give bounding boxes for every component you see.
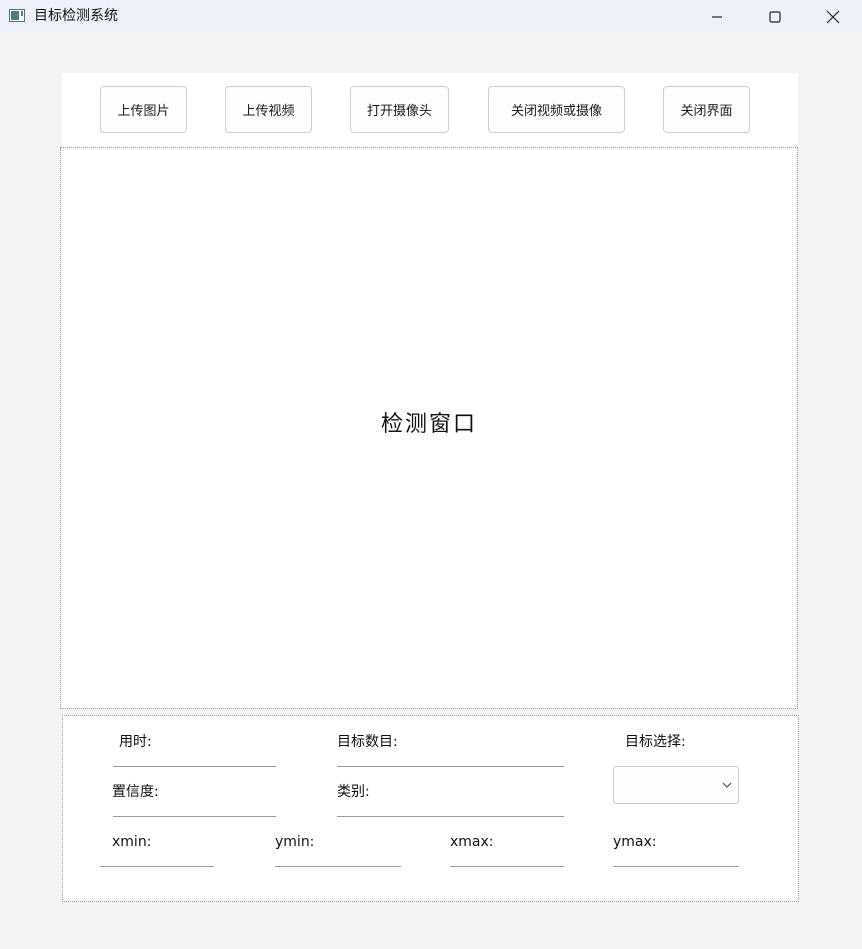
xmax-underline: [450, 866, 564, 867]
minimize-button[interactable]: [688, 0, 746, 33]
title-bar: 目标检测系统: [0, 0, 862, 33]
info-panel: 用时: 目标数目: 目标选择: 置信度: 类别: xmin: ymin: xma…: [62, 715, 799, 902]
maximize-icon: [769, 10, 781, 23]
ymin-underline: [275, 866, 401, 867]
time-label: 用时:: [119, 734, 152, 750]
close-video-camera-button[interactable]: 关闭视频或摄像: [488, 86, 625, 133]
chevron-down-icon: [722, 782, 732, 788]
xmax-label: xmax:: [450, 834, 494, 850]
time-underline: [113, 766, 276, 767]
xmin-label: xmin:: [112, 834, 152, 850]
close-ui-button[interactable]: 关闭界面: [663, 86, 750, 133]
target-count-underline: [337, 766, 564, 767]
confidence-label: 置信度:: [112, 784, 159, 800]
xmin-underline: [100, 866, 214, 867]
upload-video-button[interactable]: 上传视频: [225, 86, 312, 133]
target-count-label: 目标数目:: [337, 734, 398, 750]
detection-window: 检测窗口: [60, 147, 798, 709]
target-select-label: 目标选择:: [625, 734, 686, 750]
upload-image-button[interactable]: 上传图片: [100, 86, 187, 133]
class-underline: [337, 816, 564, 817]
maximize-button[interactable]: [746, 0, 804, 33]
app-window-icon: [9, 9, 25, 22]
toolbar-panel: 上传图片 上传视频 打开摄像头 关闭视频或摄像 关闭界面: [62, 73, 798, 146]
open-camera-button[interactable]: 打开摄像头: [350, 86, 449, 133]
confidence-underline: [113, 816, 276, 817]
ymin-label: ymin:: [275, 834, 315, 850]
target-select-dropdown[interactable]: [613, 766, 739, 804]
ymax-label: ymax:: [613, 834, 657, 850]
minimize-icon: [712, 15, 722, 18]
window-title: 目标检测系统: [34, 8, 118, 24]
ymax-underline: [613, 866, 739, 867]
class-label: 类别:: [337, 784, 370, 800]
close-button[interactable]: [804, 0, 862, 33]
close-icon: [826, 10, 840, 23]
detection-window-label: 检测窗口: [380, 412, 477, 437]
